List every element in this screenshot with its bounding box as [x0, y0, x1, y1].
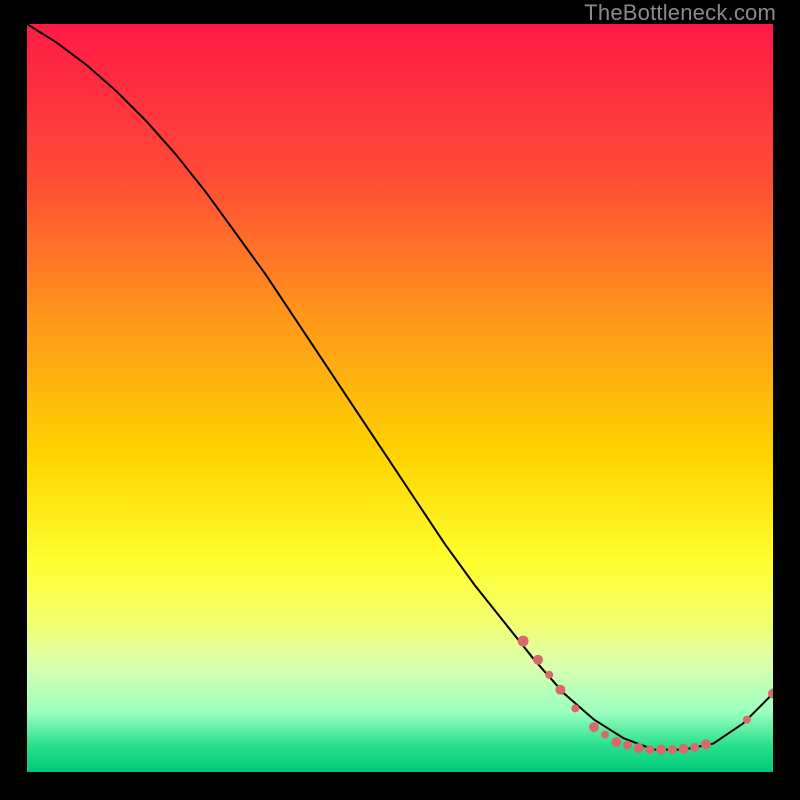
chart-marker: [518, 636, 529, 647]
chart-marker: [668, 745, 677, 754]
watermark-label: TheBottleneck.com: [584, 0, 776, 26]
chart-frame: [27, 24, 773, 772]
chart-marker: [701, 739, 711, 749]
chart-marker: [656, 745, 666, 755]
chart-marker: [571, 704, 579, 712]
chart-marker: [623, 741, 632, 750]
chart-marker: [533, 655, 543, 665]
chart-svg: [27, 24, 773, 772]
chart-marker: [679, 744, 689, 754]
chart-marker: [601, 731, 609, 739]
chart-marker: [545, 671, 553, 679]
chart-marker: [555, 685, 565, 695]
chart-marker: [634, 743, 644, 753]
chart-marker: [690, 743, 699, 752]
chart-marker: [589, 722, 599, 732]
chart-marker: [645, 745, 654, 754]
chart-marker: [743, 716, 751, 724]
chart-background: [27, 24, 773, 772]
chart-marker: [611, 737, 621, 747]
